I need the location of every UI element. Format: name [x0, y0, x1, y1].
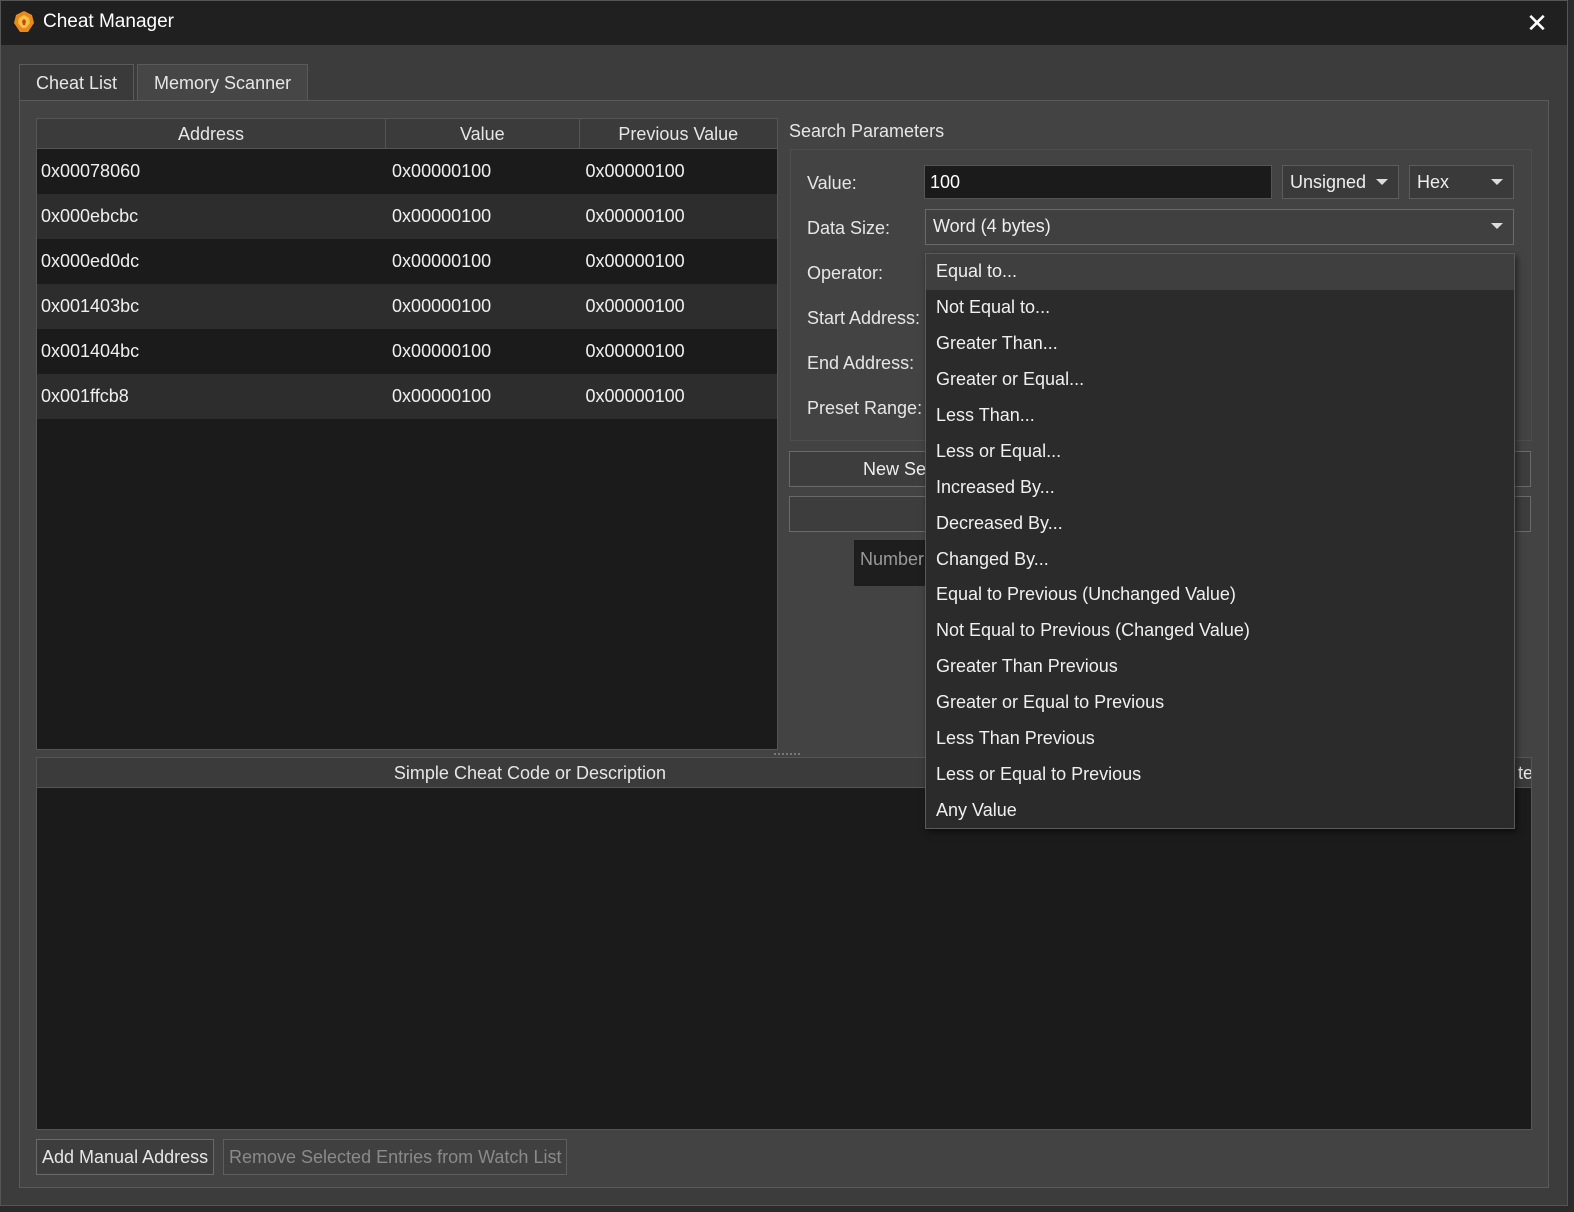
close-icon[interactable]: ✕	[1523, 9, 1551, 37]
operator-option-greater-or-equal-previous[interactable]: Greater or Equal to Previous	[926, 685, 1514, 721]
value-label: Value:	[807, 173, 857, 193]
cell-address: 0x001403bc	[41, 296, 140, 316]
table-row[interactable]: 0x001ffcb8 0x00000100 0x00000100	[37, 374, 777, 419]
cell-value: 0x00000100	[392, 206, 492, 226]
end-address-label: End Address:	[807, 353, 915, 373]
search-results-table[interactable]: Address Value Previous Value 0x00078060 …	[36, 118, 778, 750]
data-size-value: Word (4 bytes)	[933, 216, 1051, 236]
table-row[interactable]: 0x001403bc 0x00000100 0x00000100	[37, 284, 777, 329]
base-value: Hex	[1417, 172, 1450, 192]
cell-address: 0x001404bc	[41, 341, 140, 361]
add-manual-address-button[interactable]: Add Manual Address	[36, 1139, 215, 1175]
cell-value: 0x00000100	[392, 161, 492, 181]
operator-label: Operator:	[807, 263, 884, 283]
operator-option-decreased-by[interactable]: Decreased By...	[926, 505, 1514, 541]
cell-address: 0x001ffcb8	[41, 386, 129, 406]
operator-option-changed-by[interactable]: Changed By...	[926, 541, 1514, 577]
operator-option-less-than-previous[interactable]: Less Than Previous	[926, 721, 1514, 757]
cell-previous-value: 0x00000100	[585, 296, 685, 316]
title-bar: Cheat Manager ✕	[1, 1, 1567, 45]
tab-memory-scanner[interactable]: Memory Scanner	[137, 64, 309, 101]
cell-previous-value: 0x00000100	[585, 386, 685, 406]
table-row[interactable]: 0x000ebcbc 0x00000100 0x00000100	[37, 194, 777, 239]
operator-option-not-equal-previous[interactable]: Not Equal to Previous (Changed Value)	[926, 613, 1514, 649]
data-size-label: Data Size:	[807, 218, 891, 238]
column-header-value[interactable]: Value	[386, 119, 580, 149]
cell-value: 0x00000100	[392, 296, 492, 316]
operator-option-less-than[interactable]: Less Than...	[926, 398, 1514, 434]
cell-previous-value: 0x00000100	[585, 206, 685, 226]
operator-option-greater-than-previous[interactable]: Greater Than Previous	[926, 649, 1514, 685]
table-row[interactable]: 0x000ed0dc 0x00000100 0x00000100	[37, 239, 777, 284]
data-size-select[interactable]: Word (4 bytes)	[925, 209, 1514, 245]
operator-option-increased-by[interactable]: Increased By...	[926, 469, 1514, 505]
app-logo-icon	[14, 11, 34, 32]
cell-previous-value: 0x00000100	[585, 341, 685, 361]
operator-option-greater-or-equal[interactable]: Greater or Equal...	[926, 362, 1514, 398]
signedness-select[interactable]: Unsigned	[1282, 165, 1399, 199]
cell-previous-value: 0x00000100	[585, 161, 685, 181]
table-row[interactable]: 0x00078060 0x00000100 0x00000100	[37, 149, 777, 194]
operator-option-any-value[interactable]: Any Value	[926, 792, 1514, 828]
cell-address: 0x000ebcbc	[41, 206, 139, 226]
window-title: Cheat Manager	[43, 11, 174, 32]
column-header-description[interactable]: Simple Cheat Code or Description	[37, 758, 1023, 788]
operator-dropdown-list[interactable]: Equal to... Not Equal to... Greater Than…	[925, 253, 1515, 829]
operator-option-equal[interactable]: Equal to...	[926, 254, 1514, 290]
operator-option-less-or-equal-previous[interactable]: Less or Equal to Previous	[926, 756, 1514, 792]
value-input[interactable]: 100	[924, 165, 1272, 199]
operator-option-less-or-equal[interactable]: Less or Equal...	[926, 433, 1514, 469]
column-header-address[interactable]: Address	[37, 119, 387, 149]
remove-selected-entries-button[interactable]: Remove Selected Entries from Watch List	[223, 1139, 568, 1175]
tab-bar: Cheat List Memory Scanner	[19, 64, 311, 101]
table-header: Address Value Previous Value	[37, 119, 777, 149]
chevron-down-icon	[1376, 179, 1388, 185]
cell-value: 0x00000100	[392, 386, 492, 406]
cell-value: 0x00000100	[392, 251, 492, 271]
tab-cheat-list[interactable]: Cheat List	[19, 64, 135, 101]
cell-previous-value: 0x00000100	[585, 251, 685, 271]
table-body: 0x00078060 0x00000100 0x00000100 0x000eb…	[37, 149, 777, 419]
chevron-down-icon	[1491, 179, 1503, 185]
operator-option-equal-previous[interactable]: Equal to Previous (Unchanged Value)	[926, 577, 1514, 613]
chevron-down-icon	[1491, 223, 1503, 229]
signedness-value: Unsigned	[1290, 172, 1367, 192]
operator-option-greater-than[interactable]: Greater Than...	[926, 326, 1514, 362]
cell-value: 0x00000100	[392, 341, 492, 361]
start-address-label: Start Address:	[807, 308, 921, 328]
column-header-previous-value[interactable]: Previous Value	[580, 119, 777, 149]
cell-address: 0x000ed0dc	[41, 251, 140, 271]
search-parameters-title: Search Parameters	[789, 121, 945, 141]
operator-option-not-equal[interactable]: Not Equal to...	[926, 290, 1514, 326]
preset-range-label: Preset Range:	[807, 398, 923, 418]
cell-address: 0x00078060	[41, 161, 141, 181]
table-row[interactable]: 0x001404bc 0x00000100 0x00000100	[37, 329, 777, 374]
base-select[interactable]: Hex	[1409, 165, 1514, 199]
